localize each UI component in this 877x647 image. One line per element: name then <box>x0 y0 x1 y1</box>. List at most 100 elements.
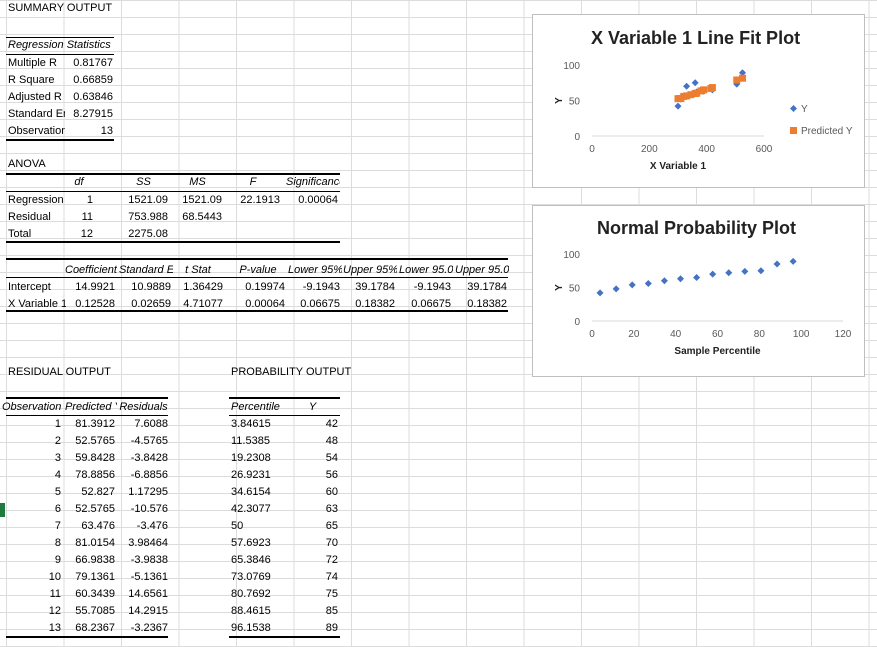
probability-header-cell[interactable]: Y <box>285 399 340 416</box>
coef-cell[interactable]: 39.1784 <box>341 279 397 296</box>
probability-cell[interactable]: 89 <box>285 620 340 637</box>
probability-cell[interactable]: 11.5385 <box>229 433 285 450</box>
residual-cell[interactable]: 14.2915 <box>117 603 170 620</box>
residual-header-cell[interactable]: Observation <box>0 399 63 416</box>
probability-cell[interactable]: 57.6923 <box>229 535 285 552</box>
probability-cell[interactable]: 63 <box>285 501 340 518</box>
residual-cell[interactable]: 63.476 <box>63 518 117 535</box>
reg-stat-label[interactable]: Adjusted R Square <box>6 89 65 106</box>
anova-header-cell[interactable]: Significance F <box>284 174 340 191</box>
residual-cell[interactable]: 8 <box>0 535 63 552</box>
residual-cell[interactable]: -3.8428 <box>117 450 170 467</box>
line-fit-plot-chart[interactable]: X Variable 1 Line Fit Plot 0 200 400 600 0 50… <box>532 14 865 188</box>
residual-cell[interactable]: 66.9838 <box>63 552 117 569</box>
probability-cell[interactable]: 3.84615 <box>229 416 285 433</box>
anova-cell[interactable]: 1521.09 <box>117 192 170 209</box>
probability-header-cell[interactable]: Percentile <box>229 399 285 416</box>
residual-cell[interactable]: 59.8428 <box>63 450 117 467</box>
probability-cell[interactable]: 65 <box>285 518 340 535</box>
residual-cell[interactable]: 9 <box>0 552 63 569</box>
probability-cell[interactable]: 96.1538 <box>229 620 285 637</box>
residual-cell[interactable]: 10 <box>0 569 63 586</box>
residual-cell[interactable]: -10.576 <box>117 501 170 518</box>
residual-cell[interactable]: 52.5765 <box>63 501 117 518</box>
reg-stat-value[interactable]: 0.66859 <box>63 72 115 89</box>
probability-title[interactable]: PROBABILITY OUTPUT <box>229 364 359 381</box>
anova-title[interactable]: ANOVA <box>6 156 66 173</box>
coef-cell[interactable]: -9.1943 <box>397 279 453 296</box>
residual-cell[interactable]: 5 <box>0 484 63 501</box>
residual-cell[interactable]: 14.6561 <box>117 586 170 603</box>
probability-cell[interactable]: 48 <box>285 433 340 450</box>
anova-cell[interactable]: Regression <box>6 192 64 209</box>
residual-cell[interactable]: -3.2367 <box>117 620 170 637</box>
probability-cell[interactable]: 60 <box>285 484 340 501</box>
residual-cell[interactable]: 52.5765 <box>63 433 117 450</box>
residual-cell[interactable]: 81.3912 <box>63 416 117 433</box>
probability-cell[interactable]: 80.7692 <box>229 586 285 603</box>
probability-cell[interactable]: 72 <box>285 552 340 569</box>
anova-cell[interactable]: 11 <box>63 209 95 226</box>
residual-cell[interactable]: 52.827 <box>63 484 117 501</box>
probability-cell[interactable]: 54 <box>285 450 340 467</box>
residual-cell[interactable]: 81.0154 <box>63 535 117 552</box>
residual-cell[interactable]: 7 <box>0 518 63 535</box>
coef-cell[interactable]: 14.9921 <box>63 279 117 296</box>
residual-cell[interactable]: 2 <box>0 433 63 450</box>
residual-header-cell[interactable]: Predicted Y <box>63 399 117 416</box>
anova-cell[interactable]: 1521.09 <box>171 192 224 209</box>
anova-cell[interactable]: 1 <box>63 192 95 209</box>
probability-cell[interactable]: 74 <box>285 569 340 586</box>
reg-stats-header[interactable]: Regression Statistics <box>6 37 116 54</box>
residual-cell[interactable]: 3.98464 <box>117 535 170 552</box>
reg-stat-value[interactable]: 0.81767 <box>63 55 115 72</box>
coef-cell[interactable]: -9.1943 <box>286 279 342 296</box>
probability-cell[interactable]: 73.0769 <box>229 569 285 586</box>
probability-cell[interactable]: 50 <box>229 518 285 535</box>
probability-cell[interactable]: 26.9231 <box>229 467 285 484</box>
anova-cell[interactable]: 68.5443 <box>171 209 224 226</box>
residual-cell[interactable]: 4 <box>0 467 63 484</box>
residual-cell[interactable]: 3 <box>0 450 63 467</box>
anova-header-cell[interactable]: MS <box>171 174 224 191</box>
residual-cell[interactable]: 7.6088 <box>117 416 170 433</box>
residual-cell[interactable]: -6.8856 <box>117 467 170 484</box>
coef-cell[interactable]: 10.9889 <box>117 279 173 296</box>
anova-cell[interactable] <box>224 209 282 226</box>
probability-cell[interactable]: 65.3846 <box>229 552 285 569</box>
residual-cell[interactable]: 11 <box>0 586 63 603</box>
residual-cell[interactable]: 68.2367 <box>63 620 117 637</box>
reg-stat-label[interactable]: R Square <box>6 72 65 89</box>
coef-cell[interactable]: Intercept <box>6 279 66 296</box>
residual-cell[interactable]: 55.7085 <box>63 603 117 620</box>
probability-cell[interactable]: 34.6154 <box>229 484 285 501</box>
residual-header-cell[interactable]: Residuals <box>117 399 170 416</box>
probability-cell[interactable]: 42 <box>285 416 340 433</box>
coef-cell[interactable]: 0.19974 <box>229 279 287 296</box>
residual-cell[interactable]: 1.17295 <box>117 484 170 501</box>
anova-header-cell[interactable]: df <box>63 174 95 191</box>
probability-cell[interactable]: 19.2308 <box>229 450 285 467</box>
probability-cell[interactable]: 85 <box>285 603 340 620</box>
residual-cell[interactable]: 6 <box>0 501 63 518</box>
residual-cell[interactable]: -5.1361 <box>117 569 170 586</box>
residual-cell[interactable]: -3.476 <box>117 518 170 535</box>
reg-stat-label[interactable]: Multiple R <box>6 55 65 72</box>
anova-header-cell[interactable]: F <box>224 174 282 191</box>
anova-cell[interactable]: 753.988 <box>117 209 170 226</box>
residual-cell[interactable]: -4.5765 <box>117 433 170 450</box>
reg-stat-value[interactable]: 0.63846 <box>63 89 115 106</box>
reg-stat-label[interactable]: Observations <box>6 123 65 140</box>
probability-cell[interactable]: 88.4615 <box>229 603 285 620</box>
reg-stat-value[interactable]: 8.27915 <box>63 106 115 123</box>
coef-cell[interactable]: 39.1784 <box>453 279 509 296</box>
summary-title[interactable]: SUMMARY OUTPUT <box>6 0 166 17</box>
anova-cell[interactable] <box>284 209 340 226</box>
anova-header-cell[interactable] <box>6 174 64 191</box>
coef-cell[interactable]: 1.36429 <box>171 279 225 296</box>
probability-cell[interactable]: 42.3077 <box>229 501 285 518</box>
residual-title[interactable]: RESIDUAL OUTPUT <box>6 364 126 381</box>
anova-cell[interactable]: 22.1913 <box>224 192 282 209</box>
normal-probability-plot-chart[interactable]: Normal Probability Plot 0 20 40 60 80 100 120 0… <box>532 205 865 377</box>
reg-stat-label[interactable]: Standard Error <box>6 106 65 123</box>
